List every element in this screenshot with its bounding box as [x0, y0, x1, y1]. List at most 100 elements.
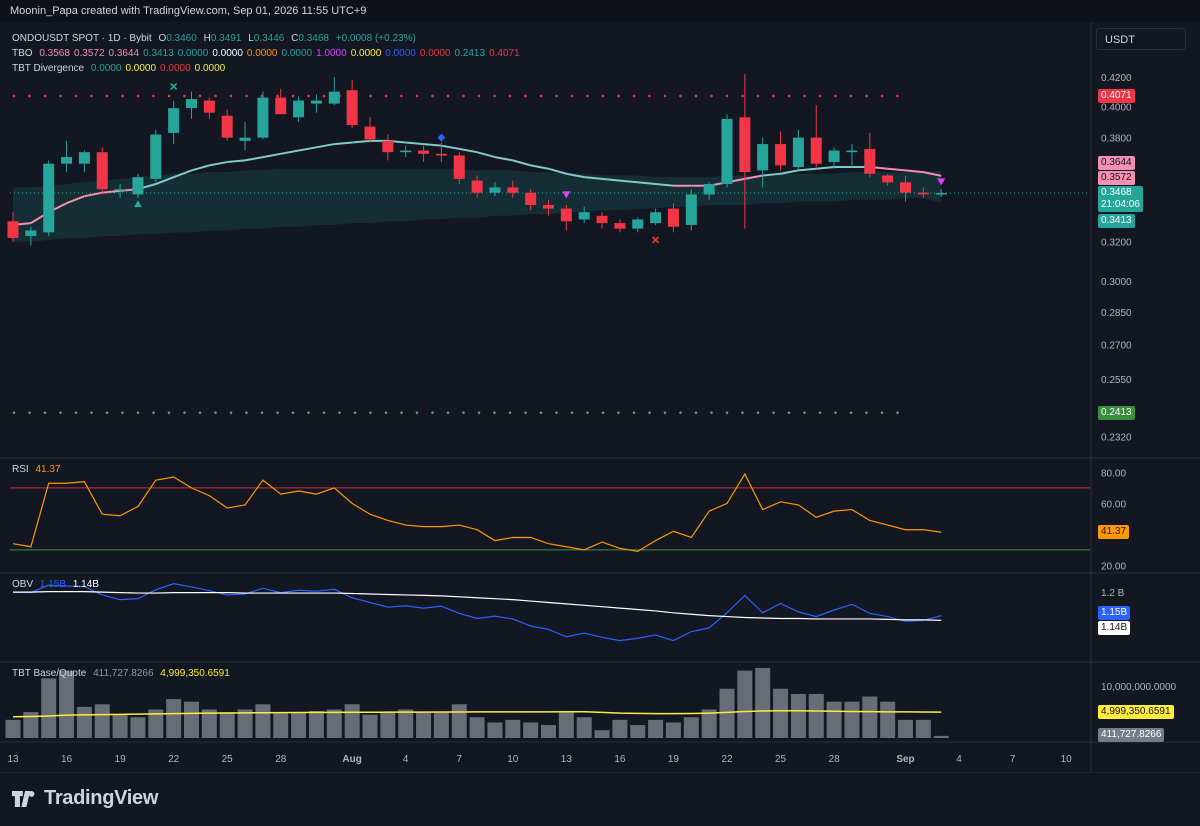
- support-dot: [896, 411, 899, 414]
- tbt-base-quote-name[interactable]: TBT Base/Quote: [12, 668, 86, 679]
- resistance-dot: [183, 94, 186, 98]
- support-dot: [353, 411, 357, 414]
- support-dot: [834, 411, 837, 414]
- support-dot: [694, 411, 698, 414]
- support-dot: [663, 411, 667, 414]
- support-dot: [725, 411, 729, 414]
- candle-body: [7, 221, 19, 238]
- resistance-dot: [586, 94, 589, 98]
- resistance-dot: [12, 94, 16, 98]
- candle-body: [471, 180, 483, 193]
- resistance-dot: [90, 94, 93, 98]
- candle-body: [775, 144, 787, 166]
- volume-bar: [630, 725, 646, 738]
- resistance-dot: [43, 94, 47, 98]
- tbo-value: 0.2413: [454, 48, 486, 59]
- resistance-dot: [834, 94, 837, 98]
- rsi-axis-tick: 60.00: [1101, 499, 1126, 510]
- resistance-dot: [229, 94, 233, 98]
- resistance-dot: [167, 94, 171, 98]
- resistance-dot: [787, 94, 791, 98]
- candle-body: [685, 194, 697, 225]
- price-axis-tick: 0.4200: [1101, 73, 1132, 84]
- price-label: 0.3413: [1098, 214, 1135, 229]
- volume-bar: [219, 712, 235, 738]
- tbt-divergence-name[interactable]: TBT Divergence: [12, 63, 84, 74]
- rsi-axis-tick: 20.00: [1101, 561, 1126, 572]
- volume-bar: [862, 696, 878, 738]
- tbo-value: 1.0000: [316, 48, 347, 59]
- time-axis-tick: 10: [507, 754, 519, 765]
- volume-bar: [898, 719, 913, 738]
- support-dot: [152, 411, 155, 414]
- support-dot: [679, 411, 682, 414]
- tradingview-logo-icon: [12, 790, 35, 807]
- tbo-value: 0.0000: [350, 48, 382, 59]
- volume-bar: [558, 712, 574, 738]
- resistance-dot: [369, 94, 372, 98]
- tbo-name[interactable]: TBO: [12, 48, 33, 59]
- rsi-value-label: 41.37: [1098, 525, 1130, 540]
- candle-body: [739, 117, 751, 173]
- time-axis-tick: 28: [829, 754, 841, 765]
- candle-body: [346, 90, 358, 126]
- candle-body: [61, 157, 73, 164]
- tradingview-logo[interactable]: TradingView: [12, 787, 158, 810]
- support-dot: [121, 411, 124, 414]
- support-dot: [415, 411, 419, 414]
- candle-body: [596, 215, 608, 224]
- resistance-dot: [524, 94, 527, 98]
- price-axis-tick: 0.2700: [1101, 341, 1132, 352]
- volume-bar: [398, 709, 414, 738]
- volume-bar: [451, 704, 467, 738]
- candle-body: [703, 184, 715, 195]
- candle-body: [382, 140, 394, 153]
- resistance-dot: [648, 94, 651, 98]
- time-axis-tick: 22: [168, 754, 180, 765]
- candle-body: [114, 189, 126, 191]
- high-label: H: [203, 33, 211, 44]
- resistance-dot: [59, 94, 62, 98]
- resistance-dot: [214, 94, 217, 98]
- resistance-dot: [384, 94, 388, 98]
- tbt-base-quote-value-1: 411,727.8266: [93, 668, 154, 679]
- currency-selector[interactable]: USDT: [1096, 28, 1186, 50]
- resistance-dot: [245, 94, 248, 98]
- volume-bar: [719, 688, 735, 738]
- candle-body: [489, 187, 501, 193]
- support-dot: [865, 411, 868, 414]
- support-dot: [818, 411, 822, 414]
- resistance-dot: [446, 94, 450, 98]
- candle-body: [418, 150, 430, 154]
- obv-name[interactable]: OBV: [12, 579, 33, 590]
- tbo-legend: TBO 0.3568 0.3572 0.3644 0.3413 0.0000 0.0000…: [12, 48, 524, 59]
- tbt-divergence-legend: TBT Divergence 0.0000 0.0000 0.0000 0.0000: [12, 63, 229, 74]
- volume-value-label: 411,727.8266: [1098, 728, 1165, 742]
- resistance-dot: [477, 94, 481, 98]
- volume-bar: [76, 706, 92, 738]
- volume-bar: [41, 678, 57, 738]
- resistance-dot: [508, 94, 512, 98]
- time-axis-tick: 4: [956, 754, 962, 765]
- volume-bar: [469, 717, 485, 738]
- support-dot: [307, 411, 310, 414]
- candle-body: [721, 118, 733, 185]
- volume-bar: [755, 668, 771, 738]
- chart-canvas[interactable]: 0.4200 0.4000 0.3800 0.3200 0.3000 0.2850 0.27…: [0, 0, 1200, 772]
- candle-body: [132, 177, 144, 195]
- symbol-title[interactable]: ONDOUSDT SPOT · 1D · Bybit: [12, 33, 152, 44]
- time-axis-tick: Sep: [896, 754, 914, 765]
- price-axis-tick: 0.2550: [1101, 375, 1132, 386]
- time-axis-tick: 16: [61, 754, 73, 765]
- resistance-dot: [400, 94, 403, 98]
- candle-body: [864, 148, 876, 174]
- tradingview-wordmark: TradingView: [44, 787, 159, 809]
- volume-bar: [326, 709, 342, 738]
- support-dot: [28, 411, 31, 414]
- rsi-name[interactable]: RSI: [12, 464, 29, 475]
- rsi-value: 41.37: [35, 464, 61, 475]
- volume-bar: [505, 719, 521, 738]
- low-label: L: [248, 33, 254, 44]
- support-dot: [105, 411, 109, 414]
- volume-bar: [166, 699, 182, 738]
